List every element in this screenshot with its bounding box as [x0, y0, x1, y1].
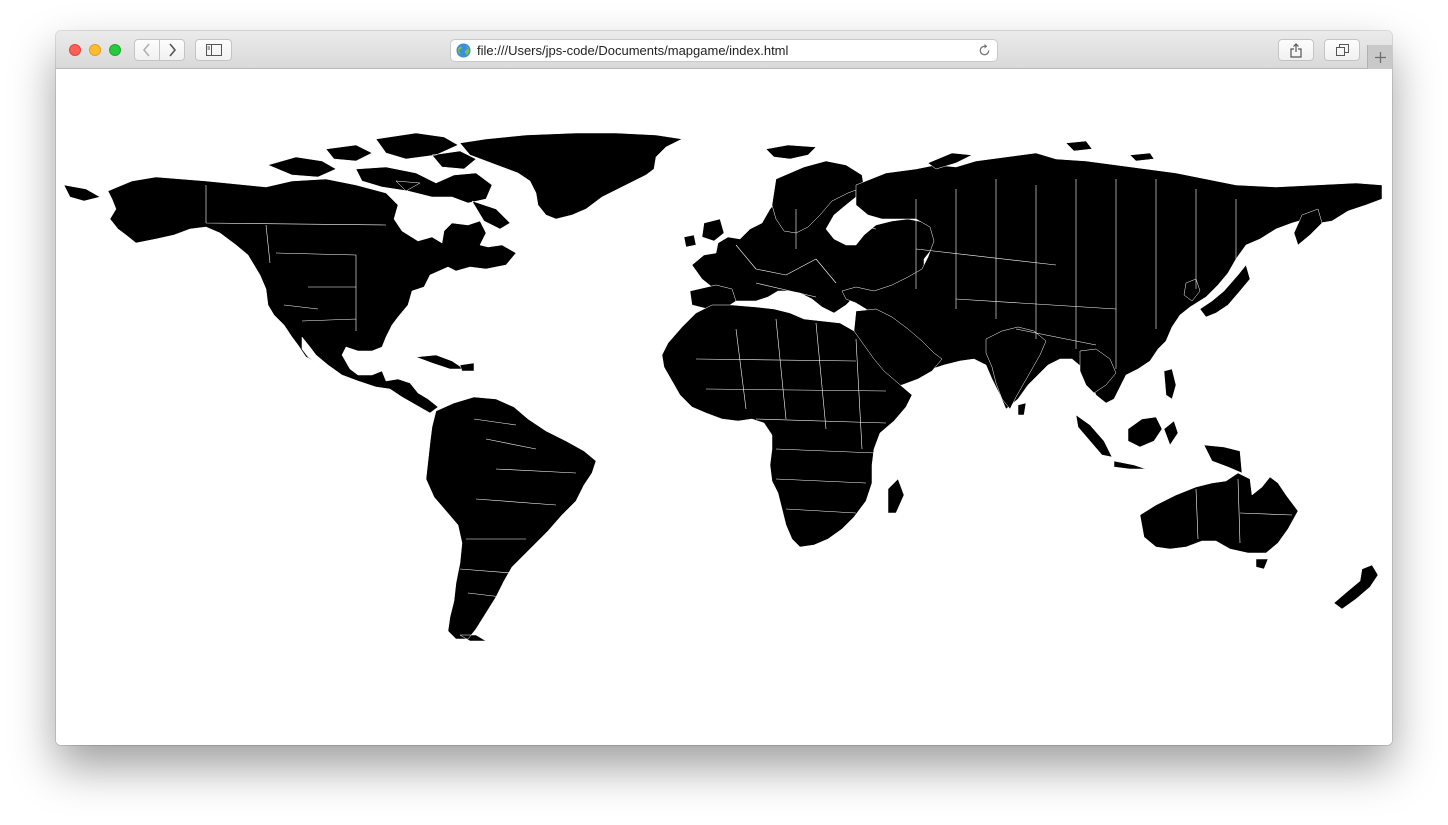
plus-icon [1374, 51, 1386, 63]
madagascar[interactable] [887, 478, 905, 514]
back-button[interactable] [134, 39, 160, 61]
cuba[interactable] [415, 354, 465, 370]
severnaya-zemlya[interactable] [1129, 152, 1155, 162]
sidebar-icon [205, 44, 222, 56]
iceland[interactable] [765, 144, 817, 160]
greenland[interactable] [459, 132, 683, 220]
chevron-right-icon [169, 43, 177, 57]
borneo[interactable] [1127, 416, 1163, 448]
address-bar[interactable]: file:///Users/jps-code/Documents/mapgame… [450, 39, 998, 62]
browser-window: file:///Users/jps-code/Documents/mapgame… [56, 31, 1392, 745]
share-button[interactable] [1278, 39, 1314, 61]
page-content [56, 69, 1392, 745]
sulawesi[interactable] [1163, 420, 1179, 446]
share-icon [1290, 42, 1302, 58]
svalbard[interactable] [1065, 140, 1093, 152]
tasmania[interactable] [1255, 558, 1269, 570]
philippines[interactable] [1163, 368, 1177, 400]
australia-landmass[interactable] [1139, 472, 1299, 554]
zoom-window-button[interactable] [109, 44, 121, 56]
tabs-overview-icon [1335, 44, 1349, 56]
world-map[interactable] [56, 69, 1392, 745]
close-window-button[interactable] [69, 44, 81, 56]
chevron-left-icon [142, 43, 150, 57]
globe-icon [456, 43, 471, 58]
browser-toolbar: file:///Users/jps-code/Documents/mapgame… [56, 31, 1392, 69]
minimize-window-button[interactable] [89, 44, 101, 56]
forward-button[interactable] [159, 39, 185, 61]
sri-lanka[interactable] [1017, 402, 1027, 416]
java[interactable] [1113, 460, 1147, 470]
reload-icon[interactable] [977, 43, 992, 58]
hispaniola[interactable] [459, 362, 475, 372]
url-text[interactable]: file:///Users/jps-code/Documents/mapgame… [477, 43, 788, 58]
south-america-landmass[interactable] [425, 396, 597, 642]
sumatra[interactable] [1075, 414, 1113, 458]
new-zealand[interactable] [1333, 564, 1379, 610]
new-guinea[interactable] [1203, 444, 1243, 474]
new-tab-button[interactable] [1367, 45, 1392, 69]
sidebar-toggle-button[interactable] [195, 39, 232, 61]
north-america-landmass[interactable] [63, 176, 517, 414]
tab-overview-button[interactable] [1324, 39, 1360, 61]
